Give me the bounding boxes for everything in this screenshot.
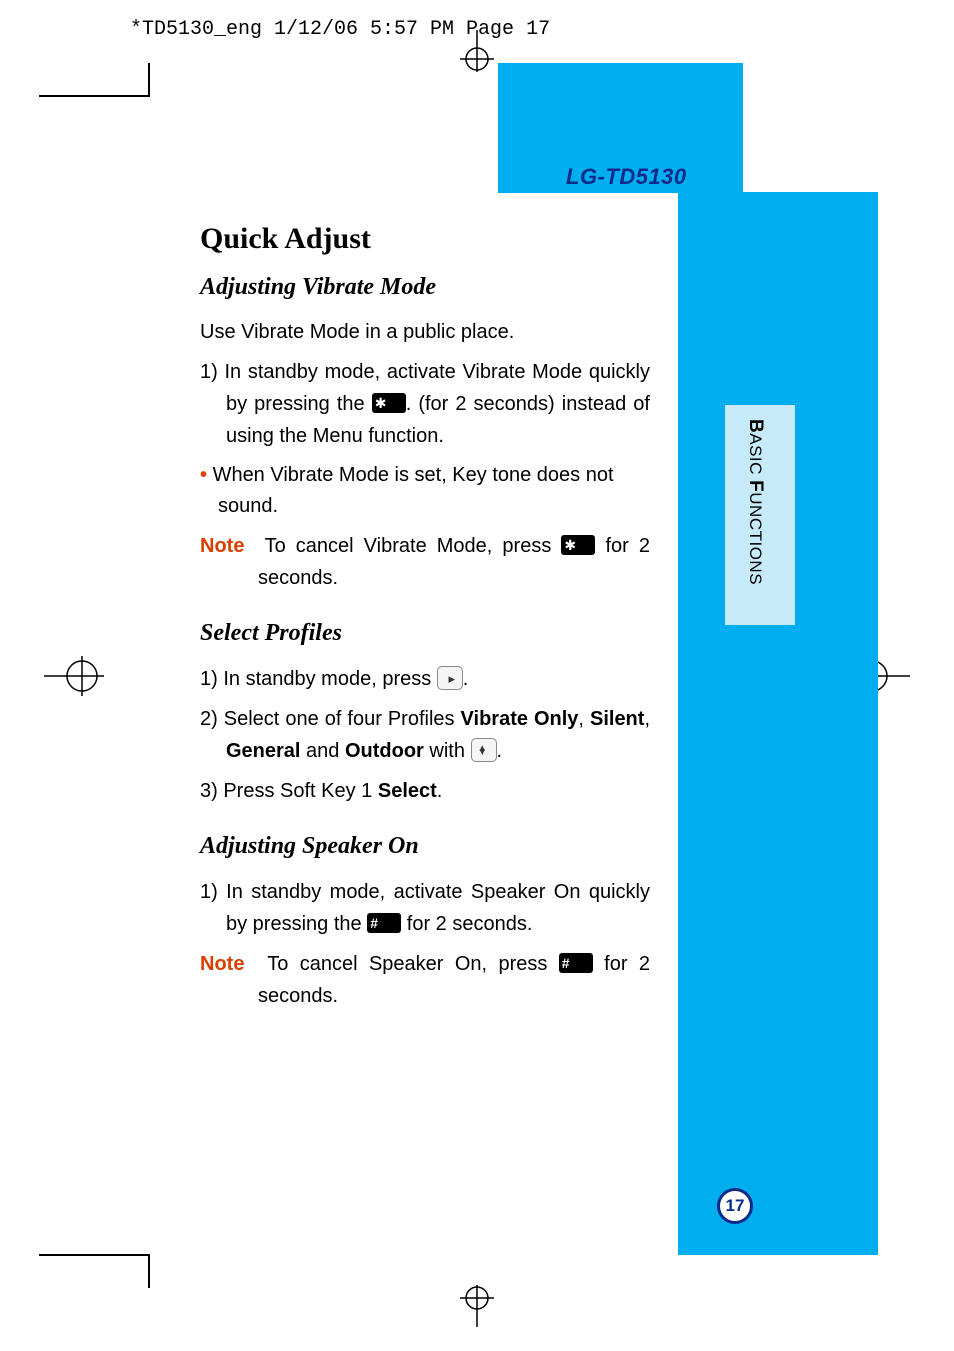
text-run: When Vibrate Mode is set, Key tone does …	[213, 464, 614, 517]
text-run: To cancel Speaker On, press	[267, 953, 559, 975]
note-label: Note	[200, 535, 244, 557]
text-run: with	[424, 740, 471, 762]
body-note: Note To cancel Vibrate Mode, press for 2…	[200, 530, 650, 594]
section-tab-label: BASIC FUNCTIONS	[744, 419, 766, 585]
crop-mark-icon	[39, 1254, 150, 1256]
star-key-icon	[561, 535, 595, 555]
text-run: 1) In standby mode, press	[200, 668, 437, 690]
section-heading-vibrate: Adjusting Vibrate Mode	[200, 274, 650, 301]
body-note: Note To cancel Speaker On, press for 2 s…	[200, 948, 650, 1012]
side-label-part: F	[745, 480, 766, 492]
hash-key-icon	[367, 913, 401, 933]
bullet-dot-icon: •	[200, 464, 213, 486]
profile-name: General	[226, 740, 300, 762]
text-run: ,	[644, 708, 650, 730]
text-run: for 2 seconds.	[401, 913, 532, 935]
right-key-icon	[437, 666, 463, 690]
registration-mark-top-icon	[456, 30, 498, 72]
side-label-part: B	[745, 419, 766, 433]
body-step: 1) In standby mode, press .	[200, 663, 650, 695]
crop-mark-icon	[148, 63, 150, 97]
updown-key-icon	[471, 738, 497, 762]
section-heading-profiles: Select Profiles	[200, 620, 650, 647]
registration-mark-bottom-icon	[456, 1285, 498, 1327]
note-label: Note	[200, 953, 244, 975]
crop-mark-icon	[148, 1254, 150, 1288]
text-run: 3) Press Soft Key 1	[200, 780, 378, 802]
body-step: 3) Press Soft Key 1 Select.	[200, 775, 650, 807]
registration-mark-left-icon	[44, 654, 104, 698]
page-number: 17	[726, 1196, 745, 1216]
profile-name: Vibrate Only	[461, 708, 579, 730]
body-bullet: • When Vibrate Mode is set, Key tone doe…	[200, 460, 650, 522]
text-run: .	[437, 780, 443, 802]
hash-key-icon	[559, 953, 593, 973]
section-heading-speaker: Adjusting Speaker On	[200, 833, 650, 860]
profile-name: Silent	[590, 708, 644, 730]
body-step: 2) Select one of four Profiles Vibrate O…	[200, 703, 650, 767]
profile-name: Outdoor	[345, 740, 424, 762]
page-number-badge: 17	[717, 1188, 753, 1224]
text-run: and	[300, 740, 344, 762]
text-run: .	[497, 740, 503, 762]
body-text: Use Vibrate Mode in a public place.	[200, 317, 650, 348]
page-content: Quick Adjust Adjusting Vibrate Mode Use …	[200, 222, 650, 1020]
side-accent-block	[678, 192, 878, 1255]
side-label-part: ASIC	[746, 433, 765, 475]
model-label: LG-TD5130	[566, 164, 687, 190]
side-label-part: UNCTIONS	[746, 492, 765, 585]
text-run: 2) Select one of four Profiles	[200, 708, 461, 730]
text-run: ,	[578, 708, 590, 730]
body-step: 1) In standby mode, activate Speaker On …	[200, 876, 650, 940]
star-key-icon	[372, 393, 406, 413]
crop-mark-icon	[39, 95, 150, 97]
text-run: To cancel Vibrate Mode, press	[265, 535, 562, 557]
page-title: Quick Adjust	[200, 222, 650, 256]
text-run: .	[463, 668, 469, 690]
body-step: 1) In standby mode, activate Vibrate Mod…	[200, 356, 650, 452]
softkey-name: Select	[378, 780, 437, 802]
